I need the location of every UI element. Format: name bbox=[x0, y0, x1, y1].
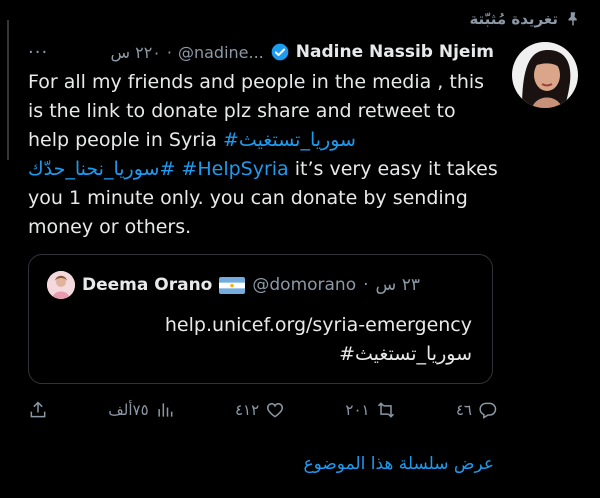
quote-link-text: help.unicef.org/syria-emergency bbox=[164, 314, 472, 336]
tweet-time[interactable]: ٢٢٠ س bbox=[110, 43, 160, 62]
quote-author-handle[interactable]: @domorano bbox=[252, 275, 356, 295]
likes-count: ٤١٢ bbox=[234, 401, 260, 419]
author-name[interactable]: Nadine Nassib Njeim bbox=[296, 42, 494, 62]
pinned-label: تغريدة مُثبّتة bbox=[469, 6, 582, 32]
hashtag-link[interactable]: #سوريا_نحنا_حدّك bbox=[28, 158, 175, 180]
reply-button[interactable]: ٤٦ bbox=[456, 400, 498, 420]
share-icon bbox=[30, 401, 46, 418]
quote-hashtag-text: #سوريا_تستغيث bbox=[339, 343, 472, 365]
bar-chart-icon bbox=[158, 403, 173, 417]
like-button[interactable]: ٤١٢ bbox=[235, 400, 285, 420]
dot-separator: · bbox=[363, 275, 369, 295]
retweet-icon bbox=[377, 402, 394, 418]
quote-author-avatar[interactable] bbox=[47, 271, 75, 299]
action-bar: ٧٥ألف ٤١٢ ٢٠١ ٤٦ bbox=[28, 396, 498, 424]
tweet-header: ··· ٢٢٠ س · @nadine... Nadine Nassib Nje… bbox=[28, 38, 494, 66]
dot-separator: · bbox=[166, 42, 172, 62]
argentina-flag-icon bbox=[219, 276, 246, 294]
views-count: ٧٥ألف bbox=[108, 401, 149, 419]
pinned-text: تغريدة مُثبّتة bbox=[469, 10, 558, 28]
hashtag-link[interactable]: #سوريا_تستغيث bbox=[223, 129, 356, 151]
more-options-button[interactable]: ··· bbox=[28, 42, 48, 63]
replies-count: ٤٦ bbox=[455, 401, 472, 419]
hashtag-link[interactable]: #HelpSyria bbox=[181, 158, 288, 180]
tweet-body: For all my friends and people in the med… bbox=[28, 68, 498, 242]
author-avatar[interactable] bbox=[512, 42, 578, 108]
verified-badge-icon bbox=[271, 43, 289, 61]
quote-author-name[interactable]: Deema Orano bbox=[82, 275, 212, 295]
quote-body: help.unicef.org/syria-emergency #سوريا_ت… bbox=[165, 311, 472, 369]
quote-header: Deema Orano @domorano · ٢٣ س bbox=[47, 271, 420, 299]
quoted-tweet[interactable]: Deema Orano @domorano · ٢٣ س help.unicef… bbox=[28, 254, 493, 384]
quote-time[interactable]: ٢٣ س bbox=[376, 275, 420, 295]
author-handle[interactable]: @nadine... bbox=[178, 43, 264, 62]
show-thread-link[interactable]: عرض سلسلة هذا الموضوع bbox=[303, 454, 494, 474]
retweet-button[interactable]: ٢٠١ bbox=[345, 400, 395, 420]
thread-line bbox=[7, 20, 9, 160]
pin-icon bbox=[568, 12, 577, 26]
views-button[interactable]: ٧٥ألف bbox=[108, 400, 174, 420]
share-button[interactable] bbox=[28, 400, 48, 420]
retweets-count: ٢٠١ bbox=[345, 401, 370, 419]
reply-bubble-icon bbox=[479, 402, 497, 419]
heart-icon bbox=[267, 402, 284, 418]
